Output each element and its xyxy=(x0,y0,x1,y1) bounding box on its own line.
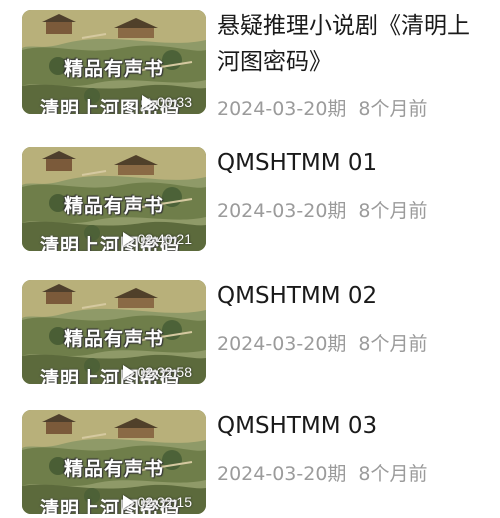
episode-item[interactable]: 精品有声书 清明上河图密码 02:40:21 QMSHTMM 01 2024-0… xyxy=(0,143,500,253)
play-icon xyxy=(122,232,134,246)
episode-title[interactable]: QMSHTMM 01 xyxy=(217,145,487,181)
cover-title: 精品有声书 xyxy=(63,58,164,80)
episode-thumbnail[interactable]: 精品有声书 清明上河图密码 02:40:21 xyxy=(22,147,206,251)
play-icon xyxy=(141,95,153,109)
duration-badge: 00:33 xyxy=(141,94,192,110)
episode-meta: 2024-03-20期 8个月前 xyxy=(217,94,428,121)
episode-meta: 2024-03-20期 8个月前 xyxy=(217,196,428,223)
cover-title: 精品有声书 xyxy=(63,458,164,480)
episode-thumbnail[interactable]: 精品有声书 清明上河图密码 02:32:58 xyxy=(22,280,206,384)
duration-badge: 02:40:21 xyxy=(122,231,193,247)
duration-badge: 02:32:15 xyxy=(122,494,193,510)
cover-title: 精品有声书 xyxy=(63,195,164,217)
episode-date: 2024-03-20期 xyxy=(217,463,347,485)
episode-thumbnail[interactable]: 精品有声书 清明上河图密码 00:33 xyxy=(22,10,206,114)
duration-text: 02:32:58 xyxy=(137,364,193,380)
episode-date: 2024-03-20期 xyxy=(217,200,347,222)
cover-title: 精品有声书 xyxy=(63,328,164,350)
episode-title[interactable]: 悬疑推理小说剧《清明上河图密码》 xyxy=(217,8,487,80)
episode-item[interactable]: 精品有声书 清明上河图密码 02:32:15 QMSHTMM 03 2024-0… xyxy=(0,406,500,516)
duration-text: 02:40:21 xyxy=(137,231,193,247)
episode-age: 8个月前 xyxy=(358,463,428,485)
duration-text: 02:32:15 xyxy=(137,494,193,510)
episode-item[interactable]: 精品有声书 清明上河图密码 02:32:58 QMSHTMM 02 2024-0… xyxy=(0,276,500,386)
episode-title[interactable]: QMSHTMM 03 xyxy=(217,408,487,444)
episode-date: 2024-03-20期 xyxy=(217,333,347,355)
episode-age: 8个月前 xyxy=(358,98,428,120)
duration-badge: 02:32:58 xyxy=(122,364,193,380)
episode-title[interactable]: QMSHTMM 02 xyxy=(217,278,487,314)
episode-date: 2024-03-20期 xyxy=(217,98,347,120)
episode-meta: 2024-03-20期 8个月前 xyxy=(217,329,428,356)
episode-list: 精品有声书 清明上河图密码 00:33 悬疑推理小说剧《清明上河图密码》 202… xyxy=(0,0,500,518)
episode-age: 8个月前 xyxy=(358,200,428,222)
episode-meta: 2024-03-20期 8个月前 xyxy=(217,459,428,486)
episode-item[interactable]: 精品有声书 清明上河图密码 00:33 悬疑推理小说剧《清明上河图密码》 202… xyxy=(0,6,500,120)
duration-text: 00:33 xyxy=(156,94,192,110)
play-icon xyxy=(122,495,134,509)
episode-thumbnail[interactable]: 精品有声书 清明上河图密码 02:32:15 xyxy=(22,410,206,514)
episode-age: 8个月前 xyxy=(358,333,428,355)
play-icon xyxy=(122,365,134,379)
